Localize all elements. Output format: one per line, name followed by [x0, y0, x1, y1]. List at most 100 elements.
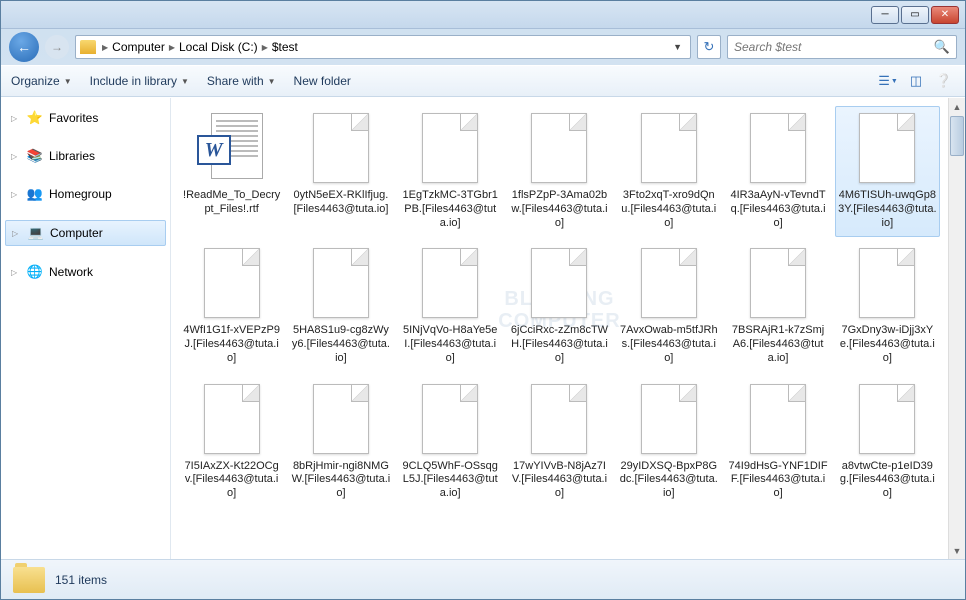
- file-item[interactable]: 3Fto2xqT-xro9dQnu.[Files4463@tuta.io]: [616, 106, 721, 237]
- vertical-scrollbar[interactable]: ▲ ▼: [948, 98, 965, 559]
- search-input[interactable]: [734, 40, 934, 54]
- minimize-button[interactable]: ─: [871, 6, 899, 24]
- file-item[interactable]: 1flsPZpP-3Ama02bw.[Files4463@tuta.io]: [507, 106, 612, 237]
- file-item[interactable]: 4M6TISUh-uwqGp83Y.[Files4463@tuta.io]: [835, 106, 940, 237]
- breadcrumb-sep-icon: ▶: [260, 43, 270, 52]
- help-icon: ❔: [936, 73, 952, 89]
- expand-icon[interactable]: ▷: [11, 268, 21, 277]
- arrow-right-icon: →: [51, 40, 63, 54]
- generic-file-icon: [641, 113, 697, 183]
- computer-icon: 💻: [28, 225, 44, 241]
- expand-icon[interactable]: ▷: [11, 190, 21, 199]
- window-controls: ─ ▭ ✕: [871, 6, 959, 24]
- body-area: ▷ ⭐ Favorites ▷ 📚 Libraries ▷ 👥 Homegrou…: [1, 97, 965, 559]
- search-icon[interactable]: 🔍: [934, 39, 950, 55]
- file-name-label: a8vtwCte-p1eID39g.[Files4463@tuta.io]: [838, 460, 937, 501]
- file-item[interactable]: 7GxDny3w-iDjj3xYe.[Files4463@tuta.io]: [835, 241, 940, 372]
- file-name-label: 29yIDXSQ-BpxP8Gdc.[Files4463@tuta.io]: [619, 460, 718, 501]
- generic-file-icon: [750, 113, 806, 183]
- breadcrumb-sep-icon: ▶: [100, 43, 110, 52]
- expand-icon[interactable]: ▷: [11, 152, 21, 161]
- help-button[interactable]: ❔: [933, 71, 955, 91]
- status-bar: 151 items: [1, 559, 965, 599]
- sidebar-item-favorites[interactable]: ▷ ⭐ Favorites: [5, 106, 166, 130]
- file-item[interactable]: 7BSRAjR1-k7zSmjA6.[Files4463@tuta.io]: [725, 241, 830, 372]
- sidebar-item-computer[interactable]: ▷ 💻 Computer: [5, 220, 166, 246]
- folder-icon: [13, 567, 45, 593]
- breadcrumb-folder[interactable]: $test: [270, 40, 300, 54]
- refresh-button[interactable]: ↻: [697, 35, 721, 59]
- file-item[interactable]: a8vtwCte-p1eID39g.[Files4463@tuta.io]: [835, 377, 940, 508]
- back-button[interactable]: ←: [9, 32, 39, 62]
- sidebar-label: Network: [49, 265, 93, 279]
- generic-file-icon: [204, 384, 260, 454]
- generic-file-icon: [422, 384, 478, 454]
- view-options-button[interactable]: ☰▼: [877, 71, 899, 91]
- sidebar-label: Favorites: [49, 111, 98, 125]
- generic-file-icon: [531, 384, 587, 454]
- file-item[interactable]: 17wYIVvB-N8jAz7IV.[Files4463@tuta.io]: [507, 377, 612, 508]
- file-name-label: 5INjVqVo-H8aYe5eI.[Files4463@tuta.io]: [401, 324, 500, 365]
- file-item[interactable]: 7I5IAxZX-Kt22OCgv.[Files4463@tuta.io]: [179, 377, 284, 508]
- generic-file-icon: [313, 248, 369, 318]
- chevron-down-icon: ▼: [891, 78, 898, 85]
- scroll-thumb[interactable]: [950, 116, 964, 156]
- arrow-left-icon: ←: [17, 39, 31, 55]
- toolbar-label: Organize: [11, 74, 60, 88]
- sidebar-label: Homegroup: [49, 187, 112, 201]
- maximize-button[interactable]: ▭: [901, 6, 929, 24]
- status-item-count: 151 items: [55, 573, 107, 587]
- expand-icon[interactable]: ▷: [11, 114, 21, 123]
- expand-icon[interactable]: ▷: [12, 229, 22, 238]
- close-button[interactable]: ✕: [931, 6, 959, 24]
- forward-button[interactable]: →: [45, 35, 69, 59]
- toolbar: Organize ▼ Include in library ▼ Share wi…: [1, 65, 965, 97]
- explorer-window: ─ ▭ ✕ ← → ▶ Computer ▶ Local Disk (C:) ▶…: [0, 0, 966, 600]
- file-name-label: 74I9dHsG-YNF1DIFF.[Files4463@tuta.io]: [728, 460, 827, 501]
- file-item[interactable]: 8bRjHmir-ngi8NMGW.[Files4463@tuta.io]: [288, 377, 393, 508]
- file-item[interactable]: 4IR3aAyN-vTevndTq.[Files4463@tuta.io]: [725, 106, 830, 237]
- breadcrumb-computer[interactable]: Computer: [110, 40, 167, 54]
- sidebar-item-homegroup[interactable]: ▷ 👥 Homegroup: [5, 182, 166, 206]
- libraries-icon: 📚: [27, 148, 43, 164]
- share-with-menu[interactable]: Share with ▼: [207, 74, 276, 88]
- file-item[interactable]: 74I9dHsG-YNF1DIFF.[Files4463@tuta.io]: [725, 377, 830, 508]
- file-item[interactable]: 0ytN5eEX-RKlIfjug.[Files4463@tuta.io]: [288, 106, 393, 237]
- generic-file-icon: [531, 248, 587, 318]
- scroll-down-button[interactable]: ▼: [949, 542, 965, 559]
- file-name-label: 9CLQ5WhF-OSsqgL5J.[Files4463@tuta.io]: [401, 460, 500, 501]
- file-view[interactable]: BLEEPING COMPUTER W!ReadMe_To_Decrypt_Fi…: [171, 98, 948, 559]
- address-dropdown-icon[interactable]: ▼: [669, 42, 686, 52]
- file-item[interactable]: 1EgTzkMC-3TGbr1PB.[Files4463@tuta.io]: [398, 106, 503, 237]
- breadcrumb-drive[interactable]: Local Disk (C:): [177, 40, 260, 54]
- file-item[interactable]: 29yIDXSQ-BpxP8Gdc.[Files4463@tuta.io]: [616, 377, 721, 508]
- file-name-label: 7GxDny3w-iDjj3xYe.[Files4463@tuta.io]: [838, 324, 937, 365]
- file-name-label: 0ytN5eEX-RKlIfjug.[Files4463@tuta.io]: [291, 189, 390, 217]
- file-item[interactable]: 5INjVqVo-H8aYe5eI.[Files4463@tuta.io]: [398, 241, 503, 372]
- preview-pane-button[interactable]: ◫: [905, 71, 927, 91]
- file-item[interactable]: W!ReadMe_To_Decrypt_Files!.rtf: [179, 106, 284, 237]
- file-name-label: 7BSRAjR1-k7zSmjA6.[Files4463@tuta.io]: [728, 324, 827, 365]
- address-bar[interactable]: ▶ Computer ▶ Local Disk (C:) ▶ $test ▼: [75, 35, 691, 59]
- sidebar-item-network[interactable]: ▷ 🌐 Network: [5, 260, 166, 284]
- file-item[interactable]: 9CLQ5WhF-OSsqgL5J.[Files4463@tuta.io]: [398, 377, 503, 508]
- new-folder-button[interactable]: New folder: [294, 74, 351, 88]
- file-item[interactable]: 4WfI1G1f-xVEPzP9J.[Files4463@tuta.io]: [179, 241, 284, 372]
- generic-file-icon: [422, 248, 478, 318]
- organize-menu[interactable]: Organize ▼: [11, 74, 72, 88]
- file-name-label: 3Fto2xqT-xro9dQnu.[Files4463@tuta.io]: [619, 189, 718, 230]
- generic-file-icon: [859, 113, 915, 183]
- include-library-menu[interactable]: Include in library ▼: [90, 74, 189, 88]
- chevron-down-icon: ▼: [64, 77, 72, 86]
- chevron-down-icon: ▼: [268, 77, 276, 86]
- scroll-up-button[interactable]: ▲: [949, 98, 965, 115]
- generic-file-icon: [750, 384, 806, 454]
- file-item[interactable]: 6jCciRxc-zZm8cTWH.[Files4463@tuta.io]: [507, 241, 612, 372]
- toolbar-label: Include in library: [90, 74, 177, 88]
- sidebar-item-libraries[interactable]: ▷ 📚 Libraries: [5, 144, 166, 168]
- file-item[interactable]: 7AvxOwab-m5tfJRhs.[Files4463@tuta.io]: [616, 241, 721, 372]
- titlebar: ─ ▭ ✕: [1, 1, 965, 29]
- file-name-label: 17wYIVvB-N8jAz7IV.[Files4463@tuta.io]: [510, 460, 609, 501]
- search-box[interactable]: 🔍: [727, 35, 957, 59]
- file-item[interactable]: 5HA8S1u9-cg8zWyy6.[Files4463@tuta.io]: [288, 241, 393, 372]
